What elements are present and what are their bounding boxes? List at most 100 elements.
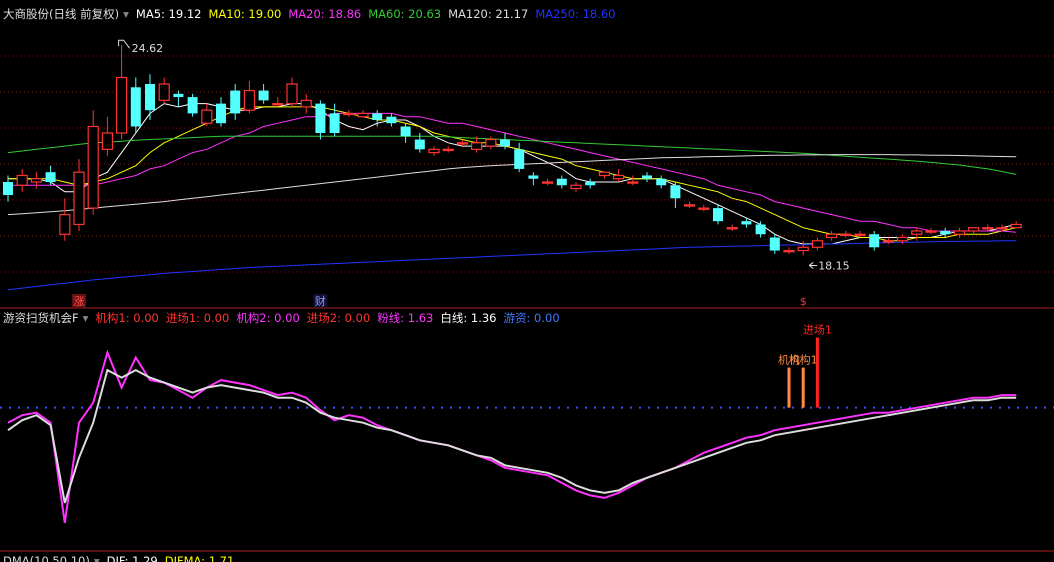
candle-body[interactable]: [343, 112, 355, 116]
candle-body[interactable]: [230, 90, 241, 114]
candle-body[interactable]: [372, 113, 383, 120]
candle-body[interactable]: [3, 181, 13, 196]
candle-body[interactable]: [500, 139, 510, 147]
price-header-item: MA60: 20.63: [368, 7, 441, 21]
signal-label: 机构1: [789, 353, 818, 367]
candle-body[interactable]: [755, 224, 766, 235]
price-header-item: MA250: 18.60: [535, 7, 615, 21]
indicator-header-title: 游资扫货机会F: [3, 311, 79, 325]
signal-bar: [787, 367, 791, 408]
dropdown-icon[interactable]: ▾: [123, 7, 129, 21]
candle-body[interactable]: [315, 103, 326, 134]
candle-body[interactable]: [882, 240, 895, 243]
dropdown-icon[interactable]: ▾: [83, 311, 89, 325]
event-marker-0[interactable]: 涨: [74, 295, 85, 308]
candle-body[interactable]: [73, 171, 85, 226]
candle-body[interactable]: [967, 227, 980, 232]
candle-body[interactable]: [115, 76, 128, 134]
price-header-item: MA20: 18.86: [288, 7, 361, 21]
indicator-header-item: 进场1: 0.00: [166, 311, 229, 325]
candle-body[interactable]: [173, 93, 184, 98]
event-marker-1[interactable]: 财: [315, 294, 326, 308]
candle-body[interactable]: [528, 175, 539, 179]
candle-body[interactable]: [940, 230, 951, 235]
candle-body[interactable]: [30, 178, 42, 183]
candle-body[interactable]: [570, 184, 582, 190]
candle-body[interactable]: [726, 227, 738, 230]
candle-body[interactable]: [598, 171, 611, 177]
candle-body[interactable]: [825, 233, 838, 239]
candle-body[interactable]: [329, 113, 340, 134]
candle-body[interactable]: [59, 214, 71, 235]
candle-body[interactable]: [1010, 223, 1022, 229]
dma-header-title: DMA(10,50,10): [3, 554, 90, 562]
candle-body[interactable]: [442, 148, 454, 152]
candle-body[interactable]: [286, 83, 298, 105]
candle-body[interactable]: [896, 236, 909, 242]
candle-body[interactable]: [670, 185, 681, 199]
candle-body[interactable]: [925, 230, 937, 233]
candle-body[interactable]: [216, 103, 226, 124]
candle-body[interactable]: [683, 204, 696, 207]
dma-header-item: DIFMA: 1.71: [165, 554, 235, 562]
candle-body[interactable]: [16, 174, 28, 186]
candle-body[interactable]: [627, 181, 639, 184]
candle-body[interactable]: [769, 237, 780, 251]
candle-body[interactable]: [471, 142, 483, 150]
high-marker-arrow: [118, 39, 130, 49]
candle-body[interactable]: [911, 230, 923, 235]
candle-body[interactable]: [642, 175, 652, 179]
indicator-header-item: 机构2: 0.00: [236, 311, 299, 325]
event-marker-2[interactable]: $: [800, 295, 807, 308]
candle-body[interactable]: [953, 230, 966, 235]
candle-body[interactable]: [300, 99, 312, 108]
indicator-header-item: 粉线: 1.63: [377, 311, 433, 325]
candle-body[interactable]: [783, 249, 795, 253]
candle-body[interactable]: [811, 240, 824, 248]
candle-body[interactable]: [612, 174, 625, 180]
candle-body[interactable]: [797, 246, 809, 252]
candle-body[interactable]: [996, 227, 1008, 230]
candle-body[interactable]: [400, 126, 411, 137]
dropdown-icon[interactable]: ▾: [94, 554, 100, 562]
indicator-header: 游资扫货机会F ▾ 机构1: 0.00 进场1: 0.00 机构2: 0.00 进场2: …: [3, 311, 560, 325]
candle-body[interactable]: [201, 109, 213, 124]
candle-body[interactable]: [414, 139, 425, 150]
candle-body[interactable]: [741, 221, 752, 225]
candle-body[interactable]: [145, 84, 155, 111]
candle-body[interactable]: [456, 142, 468, 145]
candle-body[interactable]: [585, 181, 596, 186]
candle-body[interactable]: [656, 178, 667, 186]
signal-label: 进场1: [803, 323, 832, 337]
candle-body[interactable]: [869, 234, 880, 248]
candle-body[interactable]: [243, 89, 255, 111]
price-header-item: MA10: 19.00: [208, 7, 281, 21]
candle-body[interactable]: [87, 125, 99, 209]
candle-body[interactable]: [428, 148, 440, 154]
candle-body[interactable]: [258, 90, 269, 101]
candle-body[interactable]: [130, 87, 141, 127]
candle-body[interactable]: [386, 116, 397, 124]
indicator-header-item: 游资: 0.00: [504, 311, 560, 325]
signal-bar: [815, 337, 819, 408]
candle-body[interactable]: [840, 233, 852, 237]
candle-body[interactable]: [45, 172, 56, 182]
candle-body[interactable]: [485, 138, 497, 147]
candle-body[interactable]: [541, 181, 554, 184]
candle-body[interactable]: [556, 178, 567, 186]
candle-body[interactable]: [698, 207, 710, 210]
candle-body[interactable]: [982, 227, 994, 230]
candle-body[interactable]: [854, 233, 866, 237]
candle-body[interactable]: [272, 103, 284, 106]
signal-bar: [801, 367, 805, 408]
indicator-header-item: 白线: 1.36: [440, 311, 496, 325]
candle-body[interactable]: [158, 83, 170, 101]
candle-body[interactable]: [187, 97, 198, 114]
stock-chart[interactable]: 24.6218.15涨财 $机构机构1进场1大商股份(日线 前复权) ▾ MA5: 1…: [0, 0, 1054, 562]
candle-body[interactable]: [101, 132, 114, 150]
candle-body[interactable]: [357, 112, 369, 118]
candle-body[interactable]: [514, 149, 525, 169]
low-marker-arrow: [808, 262, 818, 269]
candle-body[interactable]: [713, 208, 723, 222]
ma-line-ma5: [8, 103, 1017, 245]
